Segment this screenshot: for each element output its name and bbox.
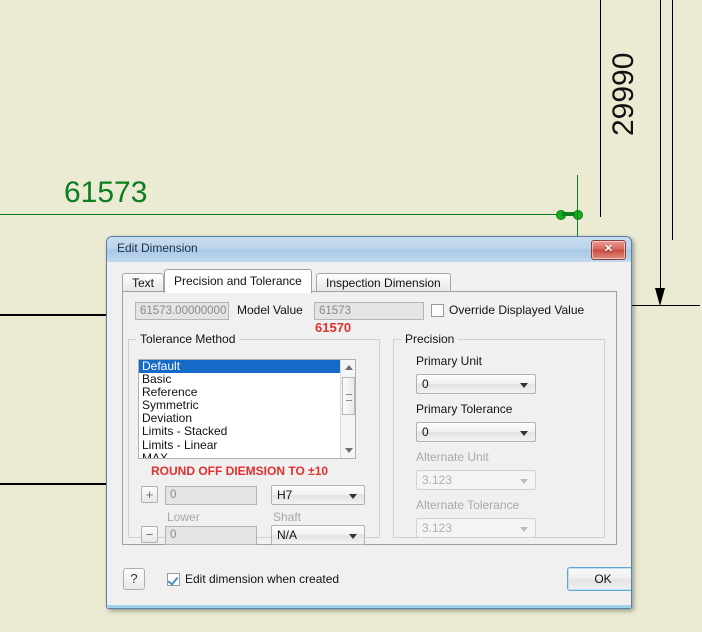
chevron-down-icon: [520, 383, 528, 388]
shaft-fit-combo[interactable]: N/A: [271, 525, 365, 545]
tab-panel-precision-and-tolerance: 61573.00000000 Model Value 61573 Overrid…: [122, 291, 617, 545]
list-item[interactable]: Limits - Linear: [139, 438, 355, 452]
shaft-fit-value: N/A: [277, 528, 298, 542]
tab-precision-and-tolerance[interactable]: Precision and Tolerance: [164, 269, 312, 293]
dimension-line-horizontal-selected[interactable]: [0, 214, 572, 215]
list-item[interactable]: Limits - Stacked: [139, 425, 355, 438]
tab-inspection-dimension[interactable]: Inspection Dimension: [316, 273, 451, 292]
model-line-lower: [0, 483, 106, 485]
displayed-value-field[interactable]: 61573: [314, 302, 424, 320]
dialog-titlebar[interactable]: Edit Dimension ✕: [107, 237, 631, 263]
override-displayed-value-label: Override Displayed Value: [449, 303, 585, 317]
override-displayed-value-checkbox[interactable]: [431, 304, 444, 317]
upper-increment-button[interactable]: +: [141, 486, 158, 503]
hole-fit-combo[interactable]: H7: [271, 485, 365, 505]
chevron-down-icon: [520, 527, 528, 532]
primary-unit-value: 0: [422, 377, 429, 391]
edit-dimension-dialog[interactable]: Edit Dimension ✕ Text Precision and Tole…: [106, 236, 632, 609]
vertical-dimension-label: 29990: [607, 52, 640, 136]
lower-tolerance-field[interactable]: 0: [165, 526, 257, 545]
chevron-down-icon: [349, 534, 357, 539]
lower-label: Lower: [167, 510, 200, 524]
alternate-tolerance-label: Alternate Tolerance: [416, 498, 520, 512]
close-button[interactable]: ✕: [591, 240, 626, 260]
model-edge-vertical-far-right: [672, 0, 673, 240]
dialog-bottom-edge: [107, 605, 631, 608]
dimension-arrow-down-icon: [655, 288, 665, 306]
edit-dimension-when-created-label: Edit dimension when created: [185, 572, 340, 586]
hole-fit-value: H7: [277, 488, 293, 502]
alternate-unit-label: Alternate Unit: [416, 450, 489, 464]
dialog-body: Text Precision and Tolerance Inspection …: [107, 262, 631, 608]
chevron-down-icon: [520, 479, 528, 484]
primary-tolerance-value: 0: [422, 425, 429, 439]
scroll-down-arrow-icon[interactable]: [341, 443, 355, 458]
extension-line-horizontal-right: [628, 305, 700, 306]
extension-line-vertical-selected: [577, 175, 578, 237]
list-item[interactable]: MAX: [139, 451, 355, 458]
primary-tolerance-combo[interactable]: 0: [416, 422, 536, 442]
dialog-footer: ? Edit dimension when created OK Cancel: [107, 556, 631, 608]
precision-group: Precision Primary Unit 0 Primary Toleran…: [393, 332, 605, 538]
primary-tolerance-label: Primary Tolerance: [416, 402, 513, 416]
help-button[interactable]: ?: [123, 568, 145, 590]
grip-connector: [562, 212, 575, 216]
tolerance-method-group-title: Tolerance Method: [136, 332, 240, 346]
round-off-note: ROUND OFF DIEMSION TO ±10: [151, 464, 329, 478]
shaft-label: Shaft: [273, 510, 302, 524]
primary-unit-label: Primary Unit: [416, 354, 483, 368]
question-mark-icon: ?: [130, 571, 138, 586]
dimension-line-vertical: [660, 0, 661, 295]
chevron-down-icon: [520, 431, 528, 436]
edit-dimension-when-created-checkbox[interactable]: [167, 573, 180, 586]
upper-tolerance-field[interactable]: 0: [165, 486, 257, 505]
scroll-up-arrow-icon[interactable]: [341, 360, 355, 375]
precision-group-title: Precision: [401, 332, 459, 346]
alternate-tolerance-value: 3.123: [422, 521, 453, 535]
list-item[interactable]: Default: [139, 360, 355, 374]
tolerance-method-group: Tolerance Method Default Basic Reference…: [128, 332, 380, 545]
alternate-tolerance-combo[interactable]: 3.123: [416, 518, 536, 538]
alternate-unit-combo[interactable]: 3.123: [416, 470, 536, 490]
tolerance-method-listbox[interactable]: Default Basic Reference Symmetric Deviat…: [138, 359, 356, 459]
chevron-down-icon: [349, 494, 357, 499]
primary-unit-combo[interactable]: 0: [416, 374, 536, 394]
close-icon: ✕: [603, 243, 614, 255]
alternate-unit-value: 3.123: [422, 473, 453, 487]
horizontal-dimension-label: 61573: [64, 176, 148, 209]
tab-text[interactable]: Text: [122, 273, 165, 292]
dialog-title: Edit Dimension: [117, 241, 198, 255]
model-edge-vertical-right: [600, 0, 601, 217]
annotation-value: 61570: [315, 320, 352, 335]
model-value-label: Model Value: [237, 303, 303, 317]
listbox-scrollbar[interactable]: [340, 360, 355, 458]
model-line-upper: [0, 314, 106, 316]
lower-decrement-button[interactable]: −: [141, 526, 158, 543]
ok-button[interactable]: OK: [567, 567, 631, 591]
scrollbar-thumb[interactable]: [342, 377, 355, 415]
model-value-field[interactable]: 61573.00000000: [135, 302, 229, 320]
